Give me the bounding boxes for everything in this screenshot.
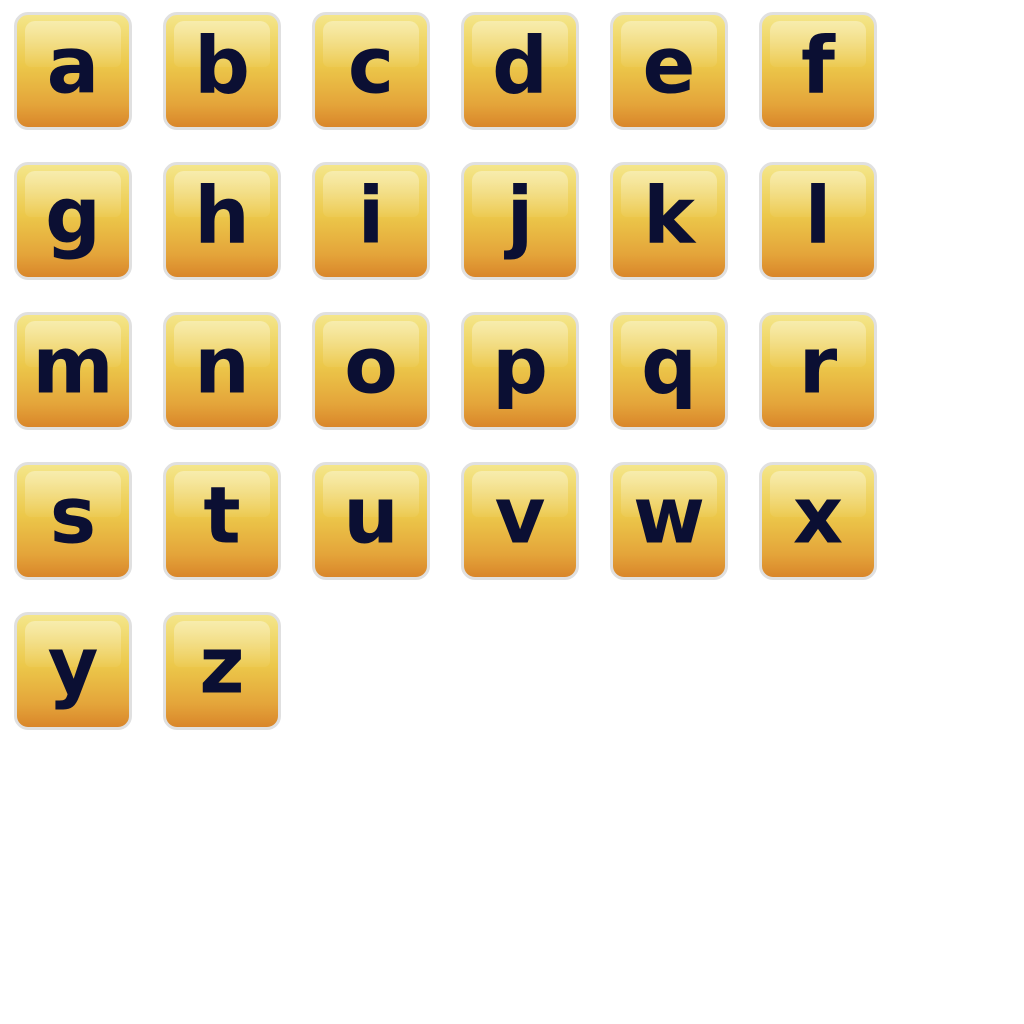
tile-letter: b — [194, 21, 250, 112]
tile-letter: g — [45, 171, 101, 262]
tile-letter: v — [494, 471, 546, 562]
tile-letter: s — [49, 471, 97, 562]
tile-letter: m — [32, 321, 114, 412]
tile-letter: u — [343, 471, 399, 562]
letter-tile-u[interactable]: u — [312, 462, 430, 580]
tile-letter: d — [492, 21, 548, 112]
letter-tile-y[interactable]: y — [14, 612, 132, 730]
letter-tile-s[interactable]: s — [14, 462, 132, 580]
tile-letter: o — [344, 321, 398, 412]
letter-tile-g[interactable]: g — [14, 162, 132, 280]
tile-letter: t — [203, 471, 241, 562]
letter-tile-o[interactable]: o — [312, 312, 430, 430]
letter-tile-b[interactable]: b — [163, 12, 281, 130]
tile-letter: q — [641, 321, 697, 412]
tile-letter: w — [632, 471, 706, 562]
letter-tile-n[interactable]: n — [163, 312, 281, 430]
tile-letter: j — [506, 171, 534, 262]
letter-tile-m[interactable]: m — [14, 312, 132, 430]
letter-tile-j[interactable]: j — [461, 162, 579, 280]
letter-tile-grid: a b c d e f g h i j k l m n o p q r s t … — [0, 0, 1024, 1024]
letter-tile-w[interactable]: w — [610, 462, 728, 580]
letter-tile-p[interactable]: p — [461, 312, 579, 430]
letter-tile-z[interactable]: z — [163, 612, 281, 730]
letter-tile-q[interactable]: q — [610, 312, 728, 430]
tile-letter: h — [194, 171, 250, 262]
tile-letter: k — [643, 171, 695, 262]
letter-tile-r[interactable]: r — [759, 312, 877, 430]
tile-letter: f — [801, 21, 835, 112]
tile-letter: x — [792, 471, 844, 562]
tile-letter: p — [492, 321, 548, 412]
letter-tile-h[interactable]: h — [163, 162, 281, 280]
tile-letter: r — [798, 321, 838, 412]
letter-tile-c[interactable]: c — [312, 12, 430, 130]
letter-tile-d[interactable]: d — [461, 12, 579, 130]
letter-tile-a[interactable]: a — [14, 12, 132, 130]
tile-letter: c — [347, 21, 395, 112]
letter-tile-i[interactable]: i — [312, 162, 430, 280]
tile-letter: l — [804, 171, 832, 262]
letter-tile-x[interactable]: x — [759, 462, 877, 580]
letter-tile-v[interactable]: v — [461, 462, 579, 580]
letter-tile-t[interactable]: t — [163, 462, 281, 580]
tile-letter: n — [194, 321, 250, 412]
tile-letter: y — [47, 621, 99, 712]
letter-tile-l[interactable]: l — [759, 162, 877, 280]
letter-tile-k[interactable]: k — [610, 162, 728, 280]
letter-tile-f[interactable]: f — [759, 12, 877, 130]
tile-letter: z — [199, 621, 245, 712]
tile-letter: e — [642, 21, 696, 112]
letter-tile-e[interactable]: e — [610, 12, 728, 130]
tile-letter: i — [357, 171, 385, 262]
tile-letter: a — [46, 21, 100, 112]
